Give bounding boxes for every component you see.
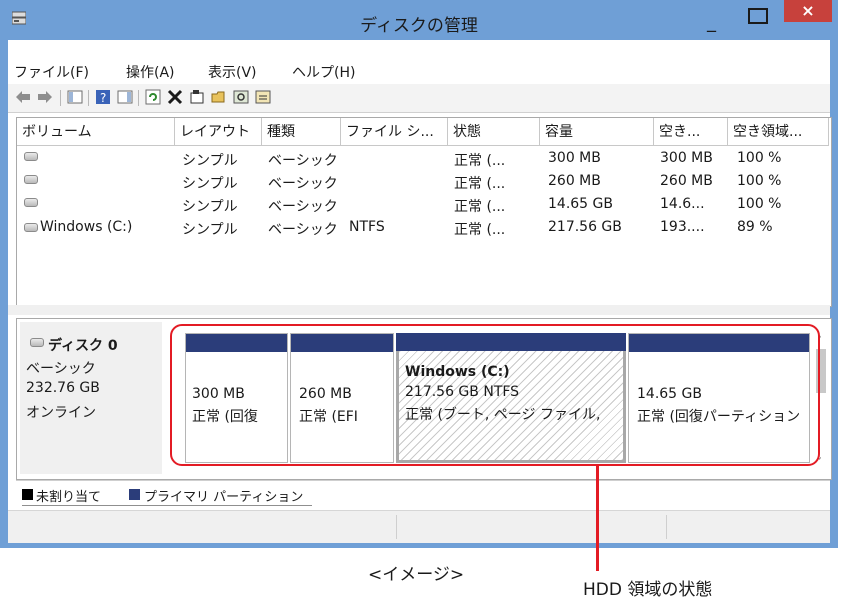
column-header-type[interactable]: 種類 [262, 118, 341, 146]
volume-icon [24, 198, 38, 207]
volume-capacity: 260 MB [548, 173, 601, 189]
volume-type: ベーシック [268, 199, 338, 215]
volume-layout: シンプル [182, 222, 238, 238]
minimize-button[interactable]: _ [707, 12, 716, 33]
callout-line [596, 466, 599, 571]
refresh-icon[interactable] [144, 88, 162, 106]
volume-icon [24, 152, 38, 161]
menu-view[interactable]: 表示(V) [208, 62, 257, 82]
volume-status: 正常 (... [454, 176, 506, 192]
rescan-icon[interactable] [254, 88, 272, 106]
volume-free: 14.6... [660, 196, 705, 212]
search-icon[interactable] [232, 88, 250, 106]
volume-percent-free: 100 % [737, 150, 782, 166]
help-icon[interactable]: ? [94, 88, 112, 106]
delete-icon[interactable] [166, 88, 184, 106]
volume-free: 300 MB [660, 150, 713, 166]
disk-size: 232.76 GB [26, 380, 100, 396]
menu-action[interactable]: 操作(A) [126, 62, 175, 82]
back-arrow-icon[interactable] [14, 88, 32, 106]
volume-status: 正常 (... [454, 153, 506, 169]
toolbar-separator [88, 90, 89, 106]
volume-free: 193.... [660, 219, 705, 235]
maximize-button[interactable] [748, 8, 768, 24]
legend-unallocated: 未割り当て [36, 490, 102, 505]
unallocated-swatch [22, 489, 33, 500]
volume-layout: シンプル [182, 176, 238, 192]
column-header-percent-free[interactable]: 空き領域... [728, 118, 829, 146]
volume-name: Windows (C:) [40, 219, 133, 235]
toolbar-separator [60, 90, 61, 106]
status-divider [396, 515, 397, 539]
column-header-volume[interactable]: ボリューム [17, 118, 175, 146]
menu-file[interactable]: ファイル(F) [14, 62, 89, 82]
volume-status: 正常 (... [454, 222, 506, 238]
volume-icon [24, 223, 38, 232]
volume-type: ベーシック [268, 153, 338, 169]
properties-icon[interactable] [188, 88, 206, 106]
volume-percent-free: 100 % [737, 173, 782, 189]
console-tree-icon[interactable] [66, 88, 84, 106]
disk-state: オンライン [26, 405, 96, 421]
volume-type: ベーシック [268, 176, 338, 192]
legend-bar: 未割り当て プライマリ パーティション [16, 480, 830, 509]
volume-icon [24, 175, 38, 184]
primary-swatch [129, 489, 140, 500]
action-pane-icon[interactable] [116, 88, 134, 106]
forward-arrow-icon[interactable] [36, 88, 54, 106]
highlight-box [170, 324, 820, 466]
status-bar [8, 510, 830, 543]
open-icon[interactable] [210, 88, 228, 106]
menu-bar: ファイル(F) 操作(A) 表示(V) ヘルプ(H) [8, 58, 830, 84]
toolbar-separator [138, 90, 139, 106]
legend-underline [22, 505, 312, 506]
column-header-filesystem[interactable]: ファイル シ... [341, 118, 448, 146]
volume-capacity: 14.65 GB [548, 196, 613, 212]
volume-capacity: 217.56 GB [548, 219, 622, 235]
volume-type: ベーシック [268, 222, 338, 238]
volume-free: 260 MB [660, 173, 713, 189]
disk-icon [30, 338, 44, 347]
disk-type: ベーシック [26, 361, 96, 377]
column-header-free[interactable]: 空き... [654, 118, 728, 146]
column-header-capacity[interactable]: 容量 [540, 118, 654, 146]
pane-splitter[interactable] [8, 305, 830, 315]
volume-percent-free: 89 % [737, 219, 773, 235]
volume-layout: シンプル [182, 199, 238, 215]
status-divider [666, 515, 667, 539]
svg-text:?: ? [100, 91, 106, 105]
disk-name: ディスク 0 [48, 338, 118, 354]
column-header-layout[interactable]: レイアウト [175, 118, 262, 146]
volume-layout: シンプル [182, 153, 238, 169]
volume-status: 正常 (... [454, 199, 506, 215]
volume-filesystem: NTFS [349, 219, 385, 235]
toolbar: ? [8, 84, 830, 113]
image-note: <イメージ> [368, 565, 465, 585]
column-header-status[interactable]: 状態 [448, 118, 540, 146]
menu-help[interactable]: ヘルプ(H) [292, 62, 355, 82]
close-button[interactable]: × [784, 0, 832, 22]
callout-label: HDD 領域の状態 [583, 580, 713, 600]
volume-percent-free: 100 % [737, 196, 782, 212]
volume-capacity: 300 MB [548, 150, 601, 166]
legend-primary: プライマリ パーティション [144, 490, 304, 505]
